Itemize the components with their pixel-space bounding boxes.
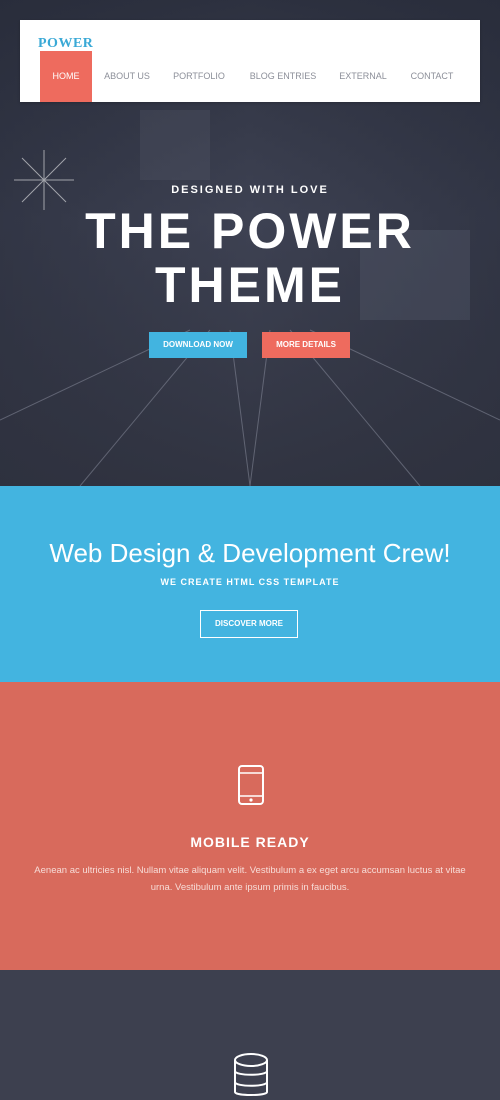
more-details-button[interactable]: MORE DETAILS xyxy=(262,332,350,358)
mobile-icon xyxy=(238,765,264,805)
hero-title-line-1: THE POWER xyxy=(85,203,415,259)
nav-item-external[interactable]: EXTERNAL xyxy=(336,51,390,102)
hero-subtitle: DESIGNED WITH LOVE xyxy=(171,184,329,196)
discover-more-button[interactable]: DISCOVER MORE xyxy=(200,610,298,638)
crew-section: Web Design & Development Crew! WE CREATE… xyxy=(0,486,500,682)
hero-title: THE POWER THEME xyxy=(0,204,500,312)
download-now-button[interactable]: DOWNLOAD NOW xyxy=(149,332,247,358)
feature-title: MOBILE READY xyxy=(190,834,310,850)
database-icon xyxy=(234,1053,268,1096)
top-navbar: POWER HOME ABOUT US PORTFOLIO BLOG ENTRI… xyxy=(20,20,480,102)
hero-title-line-2: THEME xyxy=(155,257,345,313)
logo[interactable]: POWER xyxy=(38,36,93,52)
nav-item-about-us[interactable]: ABOUT US xyxy=(102,51,152,102)
nav-item-blog-entries[interactable]: BLOG ENTRIES xyxy=(246,51,320,102)
hero-section: POWER HOME ABOUT US PORTFOLIO BLOG ENTRI… xyxy=(0,0,500,486)
mobile-ready-section: MOBILE READY Aenean ac ultricies nisl. N… xyxy=(0,682,500,970)
feature-description: Aenean ac ultricies nisl. Nullam vitae a… xyxy=(34,865,466,893)
crew-title: Web Design & Development Crew! xyxy=(49,538,451,568)
bottom-section xyxy=(0,970,500,1100)
crew-subtitle: WE CREATE HTML CSS TEMPLATE xyxy=(160,577,340,587)
nav-item-portfolio[interactable]: PORTFOLIO xyxy=(170,51,228,102)
nav-item-contact[interactable]: CONTACT xyxy=(406,51,458,102)
nav-item-home[interactable]: HOME xyxy=(40,51,92,102)
